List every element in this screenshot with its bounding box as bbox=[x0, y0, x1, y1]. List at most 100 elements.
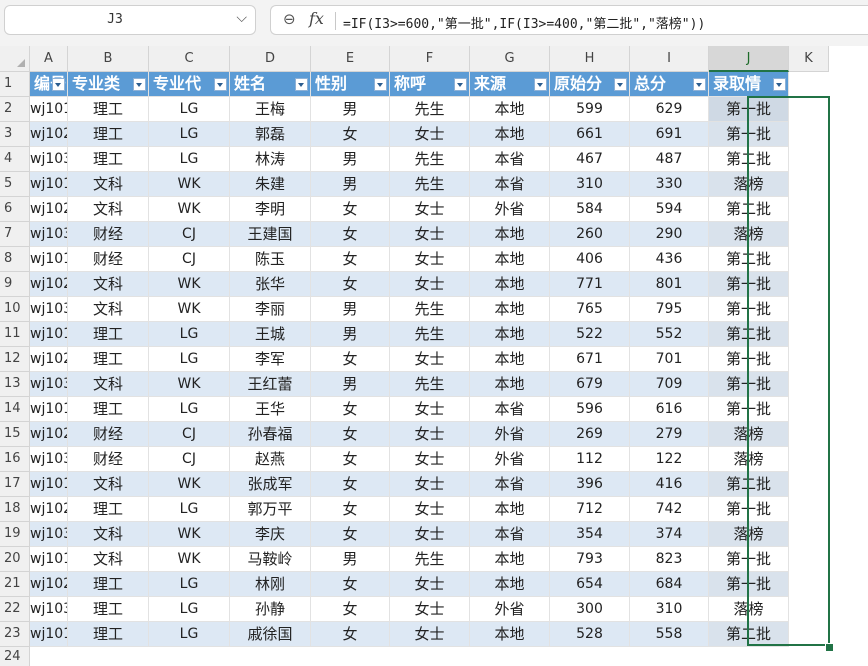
table-cell[interactable]: 男 bbox=[311, 547, 390, 572]
table-cell[interactable]: 女 bbox=[311, 572, 390, 597]
table-cell[interactable]: 第一批 bbox=[709, 122, 789, 147]
table-cell[interactable]: 文科 bbox=[68, 297, 149, 322]
table-cell[interactable]: 文科 bbox=[68, 272, 149, 297]
table-cell[interactable]: 文科 bbox=[68, 172, 149, 197]
table-cell[interactable]: 文科 bbox=[68, 522, 149, 547]
table-cell[interactable]: 郭万平 bbox=[230, 497, 311, 522]
table-cell[interactable]: 男 bbox=[311, 372, 390, 397]
table-cell[interactable]: wj101 bbox=[30, 97, 68, 122]
row-header-22[interactable]: 22 bbox=[0, 597, 30, 622]
table-cell[interactable]: 第一批 bbox=[709, 272, 789, 297]
table-cell[interactable]: 594 bbox=[630, 197, 709, 222]
table-cell[interactable]: 女士 bbox=[390, 572, 470, 597]
table-cell[interactable]: LG bbox=[149, 497, 230, 522]
table-cell[interactable]: 女士 bbox=[390, 622, 470, 647]
formula-text[interactable]: =IF(I3>=600,"第一批",IF(I3>=400,"第二批","落榜")… bbox=[343, 13, 705, 32]
zoom-icon[interactable]: ⊖ bbox=[283, 10, 296, 28]
column-header-e[interactable]: E bbox=[311, 46, 390, 72]
row-header-20[interactable]: 20 bbox=[0, 547, 30, 572]
table-cell[interactable]: 709 bbox=[630, 372, 709, 397]
table-cell[interactable]: 理工 bbox=[68, 622, 149, 647]
row-header-11[interactable]: 11 bbox=[0, 322, 30, 347]
table-cell[interactable]: 王城 bbox=[230, 322, 311, 347]
table-cell[interactable]: 女 bbox=[311, 397, 390, 422]
table-cell[interactable]: 先生 bbox=[390, 547, 470, 572]
table-header-cell[interactable]: 录取情 bbox=[709, 72, 789, 97]
column-header-a[interactable]: A bbox=[30, 46, 68, 72]
table-cell[interactable]: 先生 bbox=[390, 172, 470, 197]
table-header-cell[interactable]: 原始分 bbox=[550, 72, 630, 97]
table-cell[interactable]: LG bbox=[149, 97, 230, 122]
table-cell[interactable]: 691 bbox=[630, 122, 709, 147]
table-cell[interactable]: WK bbox=[149, 522, 230, 547]
table-cell[interactable]: 女 bbox=[311, 597, 390, 622]
table-cell[interactable]: 财经 bbox=[68, 222, 149, 247]
table-cell[interactable]: 女 bbox=[311, 122, 390, 147]
table-cell[interactable]: 第二批 bbox=[709, 247, 789, 272]
table-cell[interactable]: 落榜 bbox=[709, 522, 789, 547]
row-header-4[interactable]: 4 bbox=[0, 147, 30, 172]
table-cell[interactable]: 理工 bbox=[68, 497, 149, 522]
table-cell[interactable]: LG bbox=[149, 122, 230, 147]
table-cell[interactable]: wj103 bbox=[30, 447, 68, 472]
table-cell[interactable]: 本地 bbox=[470, 97, 550, 122]
table-cell[interactable]: 女 bbox=[311, 247, 390, 272]
table-cell[interactable]: LG bbox=[149, 347, 230, 372]
table-header-cell[interactable]: 专业代 bbox=[149, 72, 230, 97]
table-cell[interactable]: 先生 bbox=[390, 372, 470, 397]
table-cell[interactable]: 122 bbox=[630, 447, 709, 472]
table-cell[interactable]: 742 bbox=[630, 497, 709, 522]
table-cell[interactable]: 理工 bbox=[68, 572, 149, 597]
filter-dropdown-icon[interactable] bbox=[693, 78, 706, 91]
table-cell[interactable]: wj102 bbox=[30, 347, 68, 372]
row-header-13[interactable]: 13 bbox=[0, 372, 30, 397]
select-all-corner[interactable] bbox=[0, 46, 30, 72]
table-cell[interactable]: 300 bbox=[550, 597, 630, 622]
table-header-cell[interactable]: 性别 bbox=[311, 72, 390, 97]
table-cell[interactable]: 599 bbox=[550, 97, 630, 122]
table-cell[interactable]: 801 bbox=[630, 272, 709, 297]
table-cell[interactable]: 第一批 bbox=[709, 372, 789, 397]
table-cell[interactable]: LG bbox=[149, 572, 230, 597]
table-cell[interactable]: 女士 bbox=[390, 222, 470, 247]
table-cell[interactable]: 671 bbox=[550, 347, 630, 372]
table-cell[interactable]: wj101 bbox=[30, 397, 68, 422]
table-cell[interactable]: wj102 bbox=[30, 197, 68, 222]
table-cell[interactable]: 先生 bbox=[390, 297, 470, 322]
table-cell[interactable]: 女士 bbox=[390, 522, 470, 547]
table-cell[interactable]: 男 bbox=[311, 297, 390, 322]
table-cell[interactable]: 理工 bbox=[68, 597, 149, 622]
table-cell[interactable]: 落榜 bbox=[709, 172, 789, 197]
table-cell[interactable]: 712 bbox=[550, 497, 630, 522]
table-cell[interactable]: 第二批 bbox=[709, 472, 789, 497]
table-cell[interactable]: 112 bbox=[550, 447, 630, 472]
table-cell[interactable]: 本地 bbox=[470, 247, 550, 272]
column-header-k[interactable]: K bbox=[789, 46, 829, 72]
filter-dropdown-icon[interactable] bbox=[454, 78, 467, 91]
fill-handle[interactable] bbox=[825, 643, 834, 652]
table-cell[interactable]: 理工 bbox=[68, 147, 149, 172]
table-cell[interactable]: 522 bbox=[550, 322, 630, 347]
table-cell[interactable]: 男 bbox=[311, 322, 390, 347]
table-cell[interactable]: 487 bbox=[630, 147, 709, 172]
column-header-d[interactable]: D bbox=[230, 46, 311, 72]
table-cell[interactable]: 文科 bbox=[68, 372, 149, 397]
table-cell[interactable]: 本省 bbox=[470, 522, 550, 547]
filter-dropdown-icon[interactable] bbox=[133, 78, 146, 91]
table-cell[interactable]: 684 bbox=[630, 572, 709, 597]
table-cell[interactable]: WK bbox=[149, 372, 230, 397]
table-cell[interactable]: wj103 bbox=[30, 522, 68, 547]
table-cell[interactable]: wj102 bbox=[30, 572, 68, 597]
table-cell[interactable]: wj102 bbox=[30, 122, 68, 147]
table-cell[interactable]: 李庆 bbox=[230, 522, 311, 547]
table-cell[interactable]: 文科 bbox=[68, 547, 149, 572]
table-cell[interactable]: 李明 bbox=[230, 197, 311, 222]
table-cell[interactable]: wj103 bbox=[30, 147, 68, 172]
table-cell[interactable]: 男 bbox=[311, 172, 390, 197]
row-header-24[interactable]: 24 bbox=[0, 647, 30, 666]
filter-dropdown-icon[interactable] bbox=[295, 78, 308, 91]
table-cell[interactable]: 629 bbox=[630, 97, 709, 122]
table-cell[interactable]: WK bbox=[149, 472, 230, 497]
table-cell[interactable]: 本地 bbox=[470, 347, 550, 372]
row-header-14[interactable]: 14 bbox=[0, 397, 30, 422]
